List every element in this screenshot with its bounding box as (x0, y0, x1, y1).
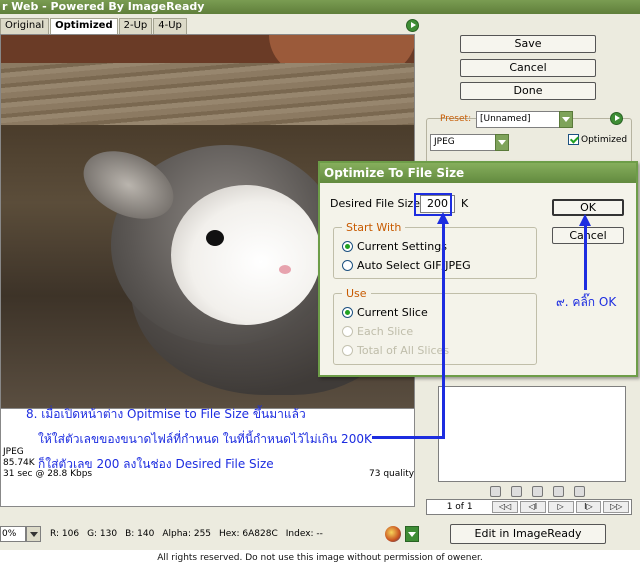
optimized-checkbox-row[interactable]: Optimized (568, 134, 627, 145)
cancel-button[interactable]: Cancel (460, 59, 596, 77)
start-with-group: Start With Current Settings Auto Select … (333, 221, 537, 279)
browser-dropdown-icon[interactable] (405, 526, 419, 542)
animation-controls: 1 of 1 ◁◁ ◁I ▷ I▷ ▷▷ (426, 499, 632, 515)
radio-total-slices: Total of All Slices (342, 344, 449, 357)
frame-counter: 1 of 1 (446, 502, 473, 512)
tab-4-up[interactable]: 4-Up (153, 18, 187, 34)
optimized-label: Optimized (581, 134, 628, 145)
radio-current-settings[interactable]: Current Settings (342, 240, 447, 253)
annotation-arrow-ok-head (579, 214, 591, 226)
each-slice-label: Each Slice (357, 325, 414, 338)
first-frame-icon[interactable]: ◁◁ (492, 501, 519, 513)
map-color-icon[interactable] (490, 486, 501, 497)
annotation-click-ok: ๙. คลิ๊ก OK (556, 295, 617, 309)
next-frame-icon[interactable]: I▷ (575, 501, 602, 513)
radio-current-slice[interactable]: Current Slice (342, 306, 428, 319)
last-frame-icon[interactable]: ▷▷ (603, 501, 629, 513)
use-group: Use Current Slice Each Slice Total of Al… (333, 287, 537, 365)
format-select[interactable]: JPEG (430, 134, 496, 151)
zoom-field[interactable]: 0% (0, 526, 26, 542)
hex-value: Hex: 6A828C (219, 529, 278, 539)
done-button[interactable]: Done (460, 82, 596, 100)
current-settings-label: Current Settings (357, 240, 447, 253)
bunny-nose (279, 265, 291, 274)
window-title: r Web - Powered By ImageReady (0, 0, 640, 14)
bunny-face (171, 185, 321, 325)
radio-total-slices-icon (342, 345, 353, 356)
optimize-menu-arrow-icon[interactable] (610, 112, 623, 125)
lock-color-icon[interactable] (532, 486, 543, 497)
optimized-checkbox[interactable] (568, 134, 579, 145)
index-value: Index: -- (285, 529, 323, 539)
format-dropdown-icon[interactable] (495, 134, 509, 151)
auto-select-label: Auto Select GIF/JPEG (357, 259, 471, 272)
total-slices-label: Total of All Slices (357, 344, 450, 357)
web-shift-icon[interactable] (511, 486, 522, 497)
annotation-step8-line1: 8. เมื่อเปิดหน้าต่าง Opitmise to File Si… (26, 407, 306, 421)
tab-2-up[interactable]: 2-Up (118, 18, 153, 34)
image-size: 85.74K (3, 458, 35, 468)
red-value: R: 106 (50, 529, 80, 539)
color-table-toolbar (490, 486, 585, 497)
image-format: JPEG (3, 447, 24, 457)
start-with-legend: Start With (342, 221, 406, 234)
radio-current-slice-icon[interactable] (342, 307, 353, 318)
status-bar: 0% R: 106 G: 130 B: 140 Alpha: 255 Hex: … (0, 524, 640, 550)
dialog-title: Optimize To File Size (320, 163, 636, 183)
annotation-arrow-input-line (372, 436, 445, 439)
copyright-footer: All rights reserved. Do not use this ima… (0, 550, 640, 566)
save-button[interactable]: Save (460, 35, 596, 53)
bunny-eye (206, 230, 224, 246)
image-quality: 73 quality (369, 469, 415, 479)
blue-value: B: 140 (125, 529, 155, 539)
view-tabs: Original Optimized 2-Up 4-Up (0, 18, 188, 35)
annotation-step8-line3: ก็ใส่ตัวเลข 200 ลงในช่อง Desired File Si… (38, 457, 274, 471)
preset-select[interactable]: [Unnamed] (476, 111, 560, 128)
tab-original[interactable]: Original (0, 18, 50, 34)
annotation-arrow-ok-shaft (584, 226, 587, 290)
current-slice-label: Current Slice (357, 306, 428, 319)
use-legend: Use (342, 287, 371, 300)
prev-frame-icon[interactable]: ◁I (520, 501, 546, 513)
edit-in-imageready-button[interactable]: Edit in ImageReady (450, 524, 606, 544)
annotation-arrow-input-head (437, 212, 449, 224)
alpha-value: Alpha: 255 (162, 529, 212, 539)
pixel-info: R: 106 G: 130 B: 140 Alpha: 255 Hex: 6A8… (50, 529, 323, 539)
radio-current-settings-icon[interactable] (342, 241, 353, 252)
desired-file-size-label: Desired File Size: (330, 197, 424, 210)
optimize-to-file-size-dialog: Optimize To File Size Desired File Size:… (318, 161, 638, 377)
size-unit: K (461, 197, 469, 210)
radio-each-slice-icon (342, 326, 353, 337)
photo-wood-plank (1, 63, 414, 125)
radio-auto-select-icon[interactable] (342, 260, 353, 271)
green-value: G: 130 (87, 529, 118, 539)
preset-dropdown-icon[interactable] (559, 111, 573, 128)
annotation-step8-line2: ให้ใส่ตัวเลขของขนาดไฟล์ที่กำหนด ในที่นี้… (38, 432, 372, 446)
color-table (438, 386, 626, 482)
zoom-dropdown-icon[interactable] (26, 526, 41, 542)
tab-optimized[interactable]: Optimized (50, 18, 118, 35)
trash-icon[interactable] (574, 486, 585, 497)
annotation-arrow-input-shaft (442, 222, 445, 438)
radio-each-slice: Each Slice (342, 325, 413, 338)
browser-preview-icon[interactable] (385, 526, 401, 542)
preview-menu-arrow-icon[interactable] (406, 19, 419, 32)
dialog-cancel-button[interactable]: Cancel (552, 227, 624, 244)
radio-auto-select[interactable]: Auto Select GIF/JPEG (342, 259, 471, 272)
preset-label: Preset: (440, 114, 472, 124)
new-color-icon[interactable] (553, 486, 564, 497)
play-icon[interactable]: ▷ (547, 501, 574, 513)
